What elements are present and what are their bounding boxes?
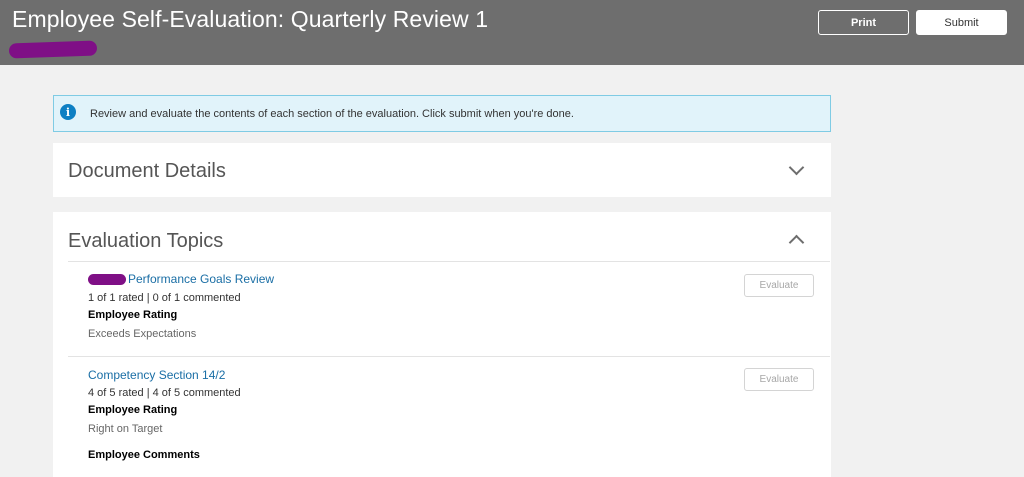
employee-rating-label: Employee Rating — [88, 404, 178, 416]
topic-link-performance-goals[interactable]: Performance Goals Review — [128, 272, 274, 286]
submit-button[interactable]: Submit — [916, 10, 1007, 35]
evaluation-topics-section: Evaluation Topics Performance Goals Revi… — [53, 212, 831, 477]
chevron-down-icon[interactable] — [788, 159, 805, 176]
topic-status: 4 of 5 rated | 4 of 5 commented — [88, 387, 241, 399]
employee-rating-label: Employee Rating — [88, 309, 178, 321]
info-icon: i — [60, 104, 76, 120]
employee-comments-label: Employee Comments — [88, 449, 200, 461]
info-banner-text: Review and evaluate the contents of each… — [90, 108, 574, 120]
page-title: Employee Self-Evaluation: Quarterly Revi… — [12, 6, 489, 32]
print-button[interactable]: Print — [818, 10, 909, 35]
topic-status: 1 of 1 rated | 0 of 1 commented — [88, 292, 241, 304]
employee-rating-value: Exceeds Expectations — [88, 328, 197, 340]
topic-divider — [68, 356, 830, 357]
chevron-up-icon[interactable] — [788, 234, 805, 251]
redaction-mark — [8, 40, 98, 59]
evaluate-button[interactable]: Evaluate — [744, 274, 814, 297]
evaluation-topics-title: Evaluation Topics — [68, 230, 224, 252]
page-header: Employee Self-Evaluation: Quarterly Revi… — [0, 0, 1024, 65]
topic-link-competency-section[interactable]: Competency Section 14/2 — [88, 368, 225, 382]
employee-rating-value: Right on Target — [88, 423, 163, 435]
evaluate-button[interactable]: Evaluate — [744, 368, 814, 391]
redaction-mark — [88, 274, 126, 285]
document-details-title: Document Details — [68, 160, 226, 182]
section-divider — [68, 261, 830, 262]
info-banner: i Review and evaluate the contents of ea… — [53, 95, 831, 132]
document-details-section[interactable]: Document Details — [53, 143, 831, 197]
